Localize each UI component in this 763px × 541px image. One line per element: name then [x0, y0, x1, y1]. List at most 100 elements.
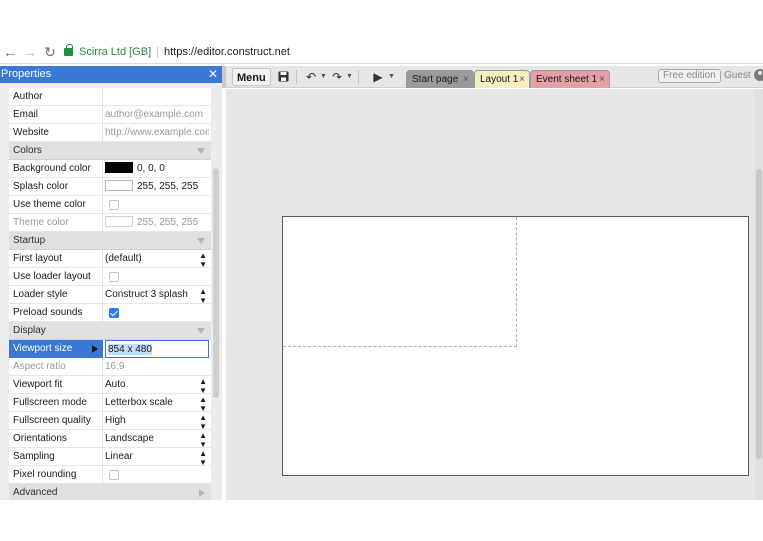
address-bar[interactable]: Scirra Ltd [GB] | https://editor.constru… [64, 43, 290, 61]
tab-layout-1[interactable]: Layout 1 × [474, 70, 530, 88]
prop-theme-color[interactable]: Theme color 255, 255, 255 [9, 214, 211, 232]
select-arrows-icon[interactable]: ▲ ▼ [199, 448, 207, 467]
layout-view[interactable] [226, 89, 763, 500]
section-colors[interactable]: Colors [9, 142, 211, 160]
loader-style-select[interactable]: Construct 3 splash [105, 286, 209, 304]
properties-scrollbar[interactable] [212, 88, 220, 500]
prop-fullscreen-mode[interactable]: Fullscreen mode Letterbox scale ▲ ▼ [9, 394, 211, 413]
select-arrows-icon[interactable]: ▲ ▼ [199, 430, 207, 449]
prop-loader-style[interactable]: Loader style Construct 3 splash ▲ ▼ [9, 286, 211, 305]
arrow-right-icon[interactable]: → [22, 43, 38, 61]
viewport-size-text: 854 x 480 [108, 344, 152, 355]
chevron-right-icon[interactable] [199, 489, 205, 497]
url-separator: | [156, 46, 159, 58]
undo-icon[interactable]: ↶ [304, 68, 318, 86]
menu-button[interactable]: Menu [232, 68, 271, 86]
section-display[interactable]: Display [9, 322, 211, 340]
floppy-disk-icon[interactable] [276, 68, 290, 86]
splash-color-value[interactable]: 255, 255, 255 [105, 178, 209, 196]
chevron-down-icon[interactable]: ▼ [388, 68, 395, 86]
section-advanced[interactable]: Advanced [9, 484, 211, 500]
prop-website[interactable]: Website http://www.example.com [9, 124, 211, 142]
select-arrows-icon[interactable]: ▲ ▼ [199, 250, 207, 269]
prop-background-color[interactable]: Background color 0, 0, 0 [9, 160, 211, 178]
chevron-down-icon[interactable]: ▼ [346, 68, 353, 86]
color-swatch[interactable] [105, 216, 133, 227]
fullscreen-mode-select[interactable]: Letterbox scale [105, 394, 209, 412]
prop-label: Fullscreen quality [13, 415, 91, 426]
tab-start-page[interactable]: Start page × [406, 70, 474, 88]
column-divider [102, 466, 103, 484]
close-icon[interactable]: × [599, 71, 605, 88]
play-icon[interactable]: ▶ [372, 68, 384, 86]
section-label: Display [13, 325, 46, 336]
section-startup[interactable]: Startup [9, 232, 211, 250]
tab-event-sheet-1[interactable]: Event sheet 1 × [530, 70, 610, 88]
prop-label: Splash color [13, 181, 69, 192]
reload-icon[interactable]: ↻ [42, 43, 58, 61]
free-edition-badge[interactable]: Free edition [658, 69, 721, 83]
layout-canvas[interactable] [282, 216, 749, 476]
lock-icon [64, 44, 73, 56]
expand-arrow-icon[interactable] [92, 345, 98, 353]
close-icon[interactable]: ✕ [208, 66, 218, 83]
prop-label: Author [13, 91, 43, 102]
column-divider [102, 268, 103, 286]
prop-preload-sounds[interactable]: Preload sounds [9, 304, 211, 322]
prop-use-theme-color[interactable]: Use theme color [9, 196, 211, 214]
layout-scrollbar[interactable] [755, 89, 763, 500]
select-arrows-icon[interactable]: ▲ ▼ [199, 286, 207, 305]
prop-orientations[interactable]: Orientations Landscape ▲ ▼ [9, 430, 211, 449]
tab-label: Layout 1 [480, 74, 519, 85]
viewport-size-input[interactable]: 854 x 480 [105, 340, 209, 358]
redo-icon[interactable]: ↷ [330, 68, 344, 86]
viewport-fit-select[interactable]: Auto [105, 376, 209, 394]
chevron-down-icon[interactable]: ▼ [320, 68, 327, 86]
prop-first-layout[interactable]: First layout (default) ▲ ▼ [9, 250, 211, 269]
orientations-select[interactable]: Landscape [105, 430, 209, 448]
main-toolbar: Menu ↶ ▼ ↷ ▼ ▶ ▼ Start page × Layout 1 ×… [222, 66, 763, 88]
preload-sounds-checkbox[interactable] [109, 308, 119, 318]
screen: ← → ↻ Scirra Ltd [GB] | https://editor.c… [0, 0, 763, 541]
prop-email[interactable]: Email author@example.com [9, 106, 211, 124]
fullscreen-quality-select[interactable]: High [105, 412, 209, 430]
website-field[interactable]: http://www.example.com [105, 124, 209, 142]
prop-label: Use theme color [13, 199, 86, 210]
color-swatch[interactable] [105, 162, 133, 173]
prop-pixel-rounding[interactable]: Pixel rounding [9, 466, 211, 484]
prop-label: Loader style [13, 289, 68, 300]
aspect-ratio-value: 16:9 [105, 361, 125, 372]
column-divider [102, 250, 103, 268]
close-icon[interactable]: × [463, 71, 469, 88]
prop-viewport-fit[interactable]: Viewport fit Auto ▲ ▼ [9, 376, 211, 395]
prop-use-loader-layout[interactable]: Use loader layout [9, 268, 211, 286]
background-color-value[interactable]: 0, 0, 0 [105, 160, 209, 178]
use-loader-layout-checkbox[interactable] [109, 272, 119, 282]
url-text[interactable]: https://editor.construct.net [164, 46, 290, 58]
close-icon[interactable]: × [519, 71, 525, 88]
user-label[interactable]: Guest [724, 69, 751, 83]
prop-fullscreen-quality[interactable]: Fullscreen quality High ▲ ▼ [9, 412, 211, 431]
color-swatch[interactable] [105, 180, 133, 191]
arrow-left-icon[interactable]: ← [2, 43, 18, 61]
select-arrows-icon[interactable]: ▲ ▼ [199, 376, 207, 395]
chevron-down-icon[interactable] [197, 238, 205, 244]
prop-author[interactable]: Author [9, 88, 211, 106]
chevron-down-icon[interactable] [197, 328, 205, 334]
chevron-down-icon[interactable] [197, 148, 205, 154]
scrollbar-thumb[interactable] [756, 169, 762, 459]
select-arrows-icon[interactable]: ▲ ▼ [199, 394, 207, 413]
first-layout-select[interactable]: (default) [105, 250, 209, 268]
email-field[interactable]: author@example.com [105, 106, 209, 124]
user-icon[interactable] [754, 69, 763, 81]
prop-viewport-size[interactable]: Viewport size 854 x 480 [9, 340, 211, 358]
select-arrows-icon[interactable]: ▲ ▼ [199, 412, 207, 431]
theme-color-value[interactable]: 255, 255, 255 [105, 214, 209, 232]
scrollbar-thumb[interactable] [213, 168, 219, 398]
prop-sampling[interactable]: Sampling Linear ▲ ▼ [9, 448, 211, 467]
sampling-select[interactable]: Linear [105, 448, 209, 466]
use-theme-color-checkbox[interactable] [109, 200, 119, 210]
prop-splash-color[interactable]: Splash color 255, 255, 255 [9, 178, 211, 196]
prop-label: Preload sounds [13, 307, 83, 318]
pixel-rounding-checkbox[interactable] [109, 470, 119, 480]
